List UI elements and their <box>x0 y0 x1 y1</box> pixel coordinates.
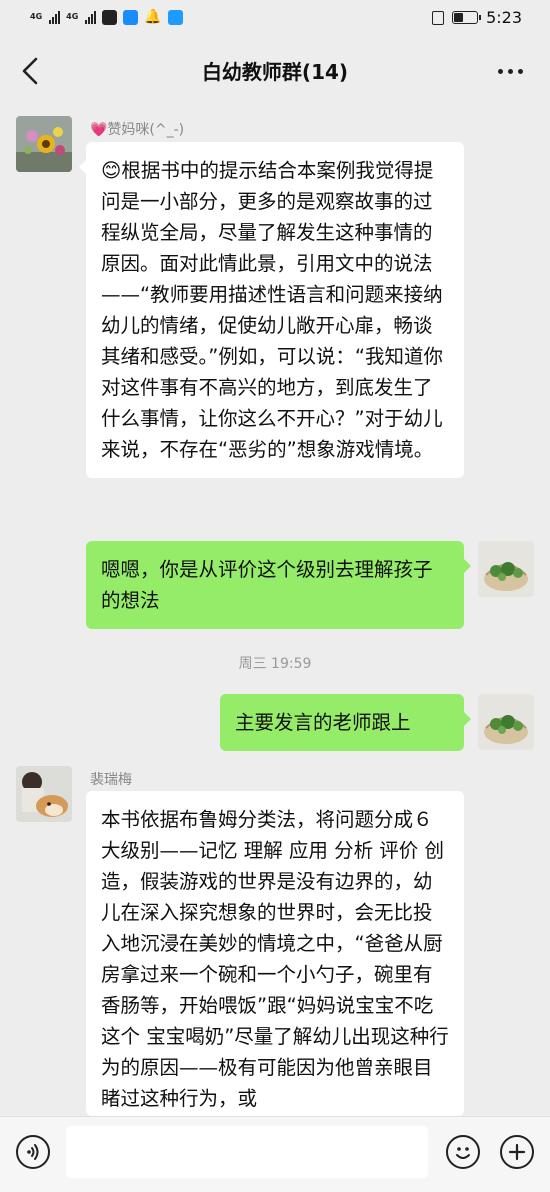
signal-icon <box>85 10 97 24</box>
status-left: 4G 4G 🔔 <box>30 9 183 25</box>
sender-name: 💗赞妈咪(^_-) <box>90 122 185 138</box>
signal-label-2: 4G <box>66 12 79 21</box>
avatar[interactable] <box>16 116 72 172</box>
more-icon[interactable] <box>490 58 530 84</box>
message-bubble[interactable]: 嗯嗯，你是从评价这个级别去理解孩子的想法 <box>86 541 471 629</box>
bell-icon: 🔔 <box>144 9 162 25</box>
timestamp: 周三 19:59 <box>238 656 312 672</box>
vibrate-icon <box>432 10 445 25</box>
status-right: 5:23 <box>432 8 522 27</box>
notification-app-icon <box>123 9 139 25</box>
notification-app-icon <box>102 9 118 25</box>
signal-label-1: 4G <box>30 12 43 21</box>
plus-icon[interactable] <box>500 1135 534 1169</box>
search-app-icon <box>167 9 183 25</box>
battery-icon <box>452 11 482 24</box>
input-bar <box>0 1116 550 1192</box>
chat-header: 白幼教师群(14) <box>0 38 550 104</box>
voice-icon[interactable] <box>16 1135 50 1169</box>
avatar[interactable] <box>478 541 534 597</box>
chat-title: 白幼教师群(14) <box>201 60 349 84</box>
avatar[interactable] <box>478 694 534 750</box>
status-bar: 4G 4G 🔔 5:23 <box>0 0 550 38</box>
sender-name: 裴瑞梅 <box>90 772 132 788</box>
emoji-icon[interactable] <box>446 1135 480 1169</box>
message-bubble[interactable]: 主要发言的老师跟上 <box>220 694 471 751</box>
message-bubble[interactable]: 本书依据布鲁姆分类法，将问题分成６大级别——记忆 理解 应用 分析 评价 创造，… <box>86 791 464 1116</box>
avatar[interactable] <box>16 766 72 822</box>
status-time: 5:23 <box>486 8 522 27</box>
message-input[interactable] <box>66 1126 428 1178</box>
message-bubble[interactable]: 😊根据书中的提示结合本案例我觉得提问是一小部分，更多的是观察故事的过程纵览全局，… <box>79 142 464 478</box>
signal-icon <box>49 10 61 24</box>
